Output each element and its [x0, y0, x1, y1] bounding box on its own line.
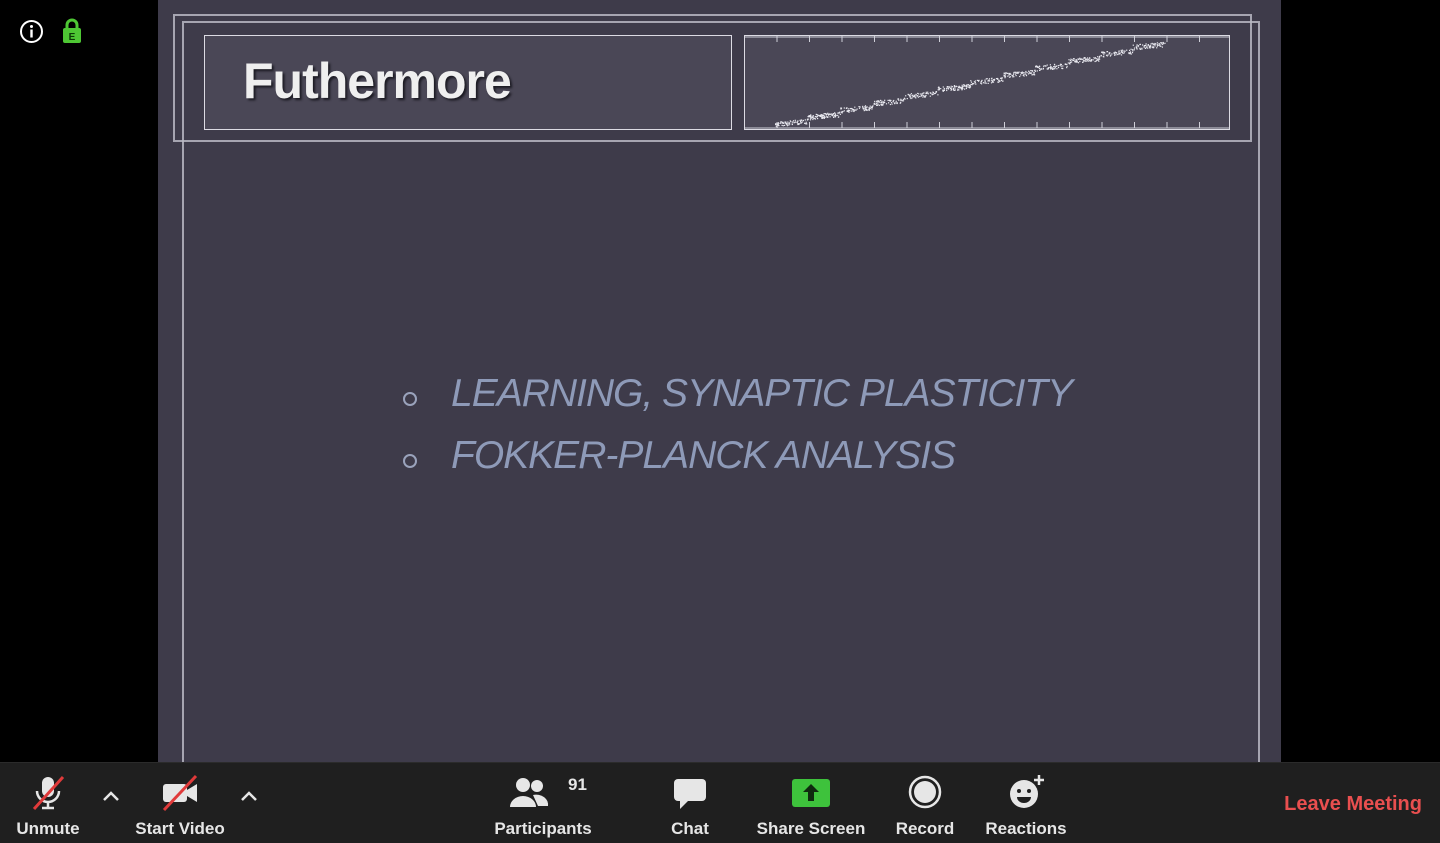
- audio-options-chevron-up-icon[interactable]: [100, 785, 122, 807]
- lock-letter: E: [69, 32, 76, 43]
- chat-label: Chat: [671, 819, 709, 838]
- chat-bubble-icon: [674, 779, 706, 809]
- share-screen-button[interactable]: Share Screen: [754, 763, 868, 843]
- info-icon[interactable]: [18, 18, 45, 45]
- video-options-chevron-up-icon[interactable]: [238, 785, 260, 807]
- participants-label: Participants: [494, 819, 592, 838]
- slide-title-box: Futhermore: [204, 35, 732, 130]
- participants-count: 91: [568, 775, 587, 794]
- unmute-button[interactable]: Unmute: [6, 763, 90, 843]
- start-video-label: Start Video: [135, 819, 225, 838]
- header-plot-graphic: [745, 36, 1229, 129]
- start-video-button[interactable]: Start Video: [130, 763, 230, 843]
- participants-icon: [510, 778, 549, 807]
- reactions-label: Reactions: [985, 819, 1067, 838]
- record-icon: [908, 775, 942, 809]
- bullet-circle-icon: [403, 454, 417, 468]
- slide-header-plot: [744, 35, 1230, 130]
- bullet-text: FOKKER-PLANCK ANALYSIS: [451, 434, 956, 477]
- unmute-label: Unmute: [16, 819, 80, 838]
- share-screen-icon: [792, 779, 830, 807]
- reactions-button[interactable]: Reactions: [982, 763, 1070, 843]
- chat-button[interactable]: Chat: [655, 763, 725, 843]
- reactions-icon: [1010, 775, 1044, 808]
- bullet-text: LEARNING, SYNAPTIC PLASTICITY: [451, 372, 1073, 415]
- participants-button[interactable]: 91 Participants: [486, 763, 600, 843]
- slide-title: Futhermore: [243, 53, 512, 109]
- record-button[interactable]: Record: [889, 763, 961, 843]
- record-label: Record: [895, 819, 955, 838]
- video-off-icon: [162, 774, 198, 812]
- meeting-toolbar: Unmute Start Video 91 Participants Chat: [0, 762, 1440, 843]
- bullet-circle-icon: [403, 392, 417, 406]
- shared-screen-slide: Futhermore LEARNING, SYNAPTIC PLASTICITY…: [158, 0, 1281, 762]
- encrypted-lock-icon[interactable]: E: [61, 18, 83, 44]
- share-screen-label: Share Screen: [756, 819, 866, 838]
- muted-mic-icon: [32, 775, 65, 811]
- leave-meeting-button[interactable]: Leave Meeting: [1284, 793, 1422, 816]
